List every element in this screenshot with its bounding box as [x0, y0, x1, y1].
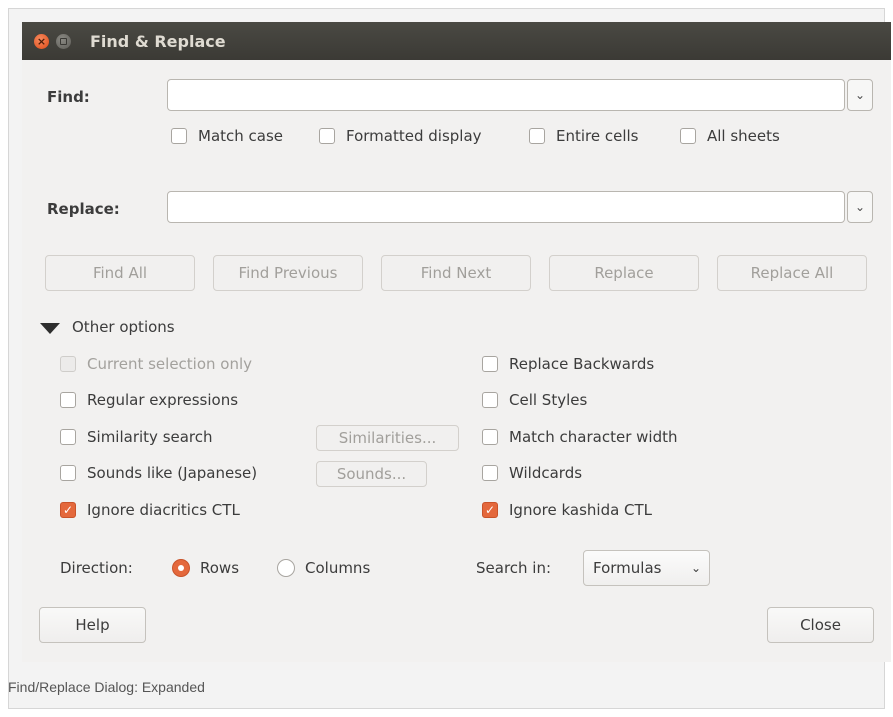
search-in-value: Formulas	[593, 559, 662, 577]
direction-label: Direction:	[60, 559, 133, 577]
similarities-button[interactable]: Similarities...	[316, 425, 459, 451]
sounds-like-label: Sounds like (Japanese)	[87, 464, 258, 482]
replace-backwards-label: Replace Backwards	[509, 355, 655, 373]
radio-button[interactable]	[172, 559, 190, 577]
checkbox-box[interactable]	[482, 465, 498, 481]
columns-radio[interactable]: Columns	[277, 559, 370, 577]
cell-styles-label: Cell Styles	[509, 391, 588, 409]
formatted-display-checkbox[interactable]: Formatted display	[319, 127, 482, 145]
checkbox-box[interactable]: ✓	[60, 502, 76, 518]
find-label: Find:	[47, 88, 90, 106]
checkbox-box[interactable]	[60, 429, 76, 445]
cell-styles-checkbox[interactable]: Cell Styles	[482, 391, 587, 409]
entire-cells-label: Entire cells	[556, 127, 639, 145]
current-selection-only-checkbox[interactable]: Current selection only	[60, 355, 252, 373]
close-window-icon[interactable]: ×	[34, 34, 49, 49]
similarity-search-checkbox[interactable]: Similarity search	[60, 428, 213, 446]
wildcards-checkbox[interactable]: Wildcards	[482, 464, 582, 482]
checkbox-box[interactable]	[60, 356, 76, 372]
ignore-diacritics-label: Ignore diacritics CTL	[87, 501, 240, 519]
ignore-kashida-label: Ignore kashida CTL	[509, 501, 653, 519]
other-options-label: Other options	[72, 318, 175, 336]
match-character-width-label: Match character width	[509, 428, 678, 446]
similarity-search-label: Similarity search	[87, 428, 213, 446]
checkbox-box[interactable]	[60, 392, 76, 408]
checkbox-box[interactable]	[482, 356, 498, 372]
ignore-diacritics-checkbox[interactable]: ✓ Ignore diacritics CTL	[60, 501, 240, 519]
match-case-label: Match case	[198, 127, 284, 145]
formatted-display-label: Formatted display	[346, 127, 482, 145]
wildcards-label: Wildcards	[509, 464, 583, 482]
minimize-window-icon[interactable]	[56, 34, 71, 49]
chevron-down-icon: ⌄	[854, 88, 866, 102]
replace-input[interactable]	[167, 191, 845, 223]
ignore-kashida-checkbox[interactable]: ✓ Ignore kashida CTL	[482, 501, 652, 519]
find-previous-button[interactable]: Find Previous	[213, 255, 363, 291]
entire-cells-checkbox[interactable]: Entire cells	[529, 127, 639, 145]
radio-button[interactable]	[277, 559, 295, 577]
sounds-button[interactable]: Sounds...	[316, 461, 427, 487]
figure-caption: Find/Replace Dialog: Expanded	[8, 679, 205, 695]
find-history-dropdown[interactable]: ⌄	[847, 79, 873, 111]
replace-backwards-checkbox[interactable]: Replace Backwards	[482, 355, 654, 373]
checkbox-box[interactable]	[529, 128, 545, 144]
chevron-down-icon: ⌄	[854, 200, 866, 214]
match-case-checkbox[interactable]: Match case	[171, 127, 283, 145]
checkbox-box[interactable]: ✓	[482, 502, 498, 518]
other-options-expander[interactable]: Other options	[40, 318, 210, 340]
all-sheets-checkbox[interactable]: All sheets	[680, 127, 780, 145]
help-button[interactable]: Help	[39, 607, 146, 643]
find-input[interactable]	[167, 79, 845, 111]
find-next-button[interactable]: Find Next	[381, 255, 531, 291]
replace-all-button[interactable]: Replace All	[717, 255, 867, 291]
expander-triangle-icon	[40, 323, 60, 334]
checkbox-box[interactable]	[319, 128, 335, 144]
checkbox-box[interactable]	[482, 429, 498, 445]
search-in-label: Search in:	[476, 559, 552, 577]
replace-label: Replace:	[47, 200, 120, 218]
rows-label: Rows	[200, 559, 240, 577]
regular-expressions-label: Regular expressions	[87, 391, 239, 409]
checkbox-box[interactable]	[60, 465, 76, 481]
chevron-down-icon: ⌄	[690, 561, 701, 575]
regular-expressions-checkbox[interactable]: Regular expressions	[60, 391, 238, 409]
rows-radio[interactable]: Rows	[172, 559, 239, 577]
find-all-button[interactable]: Find All	[45, 255, 195, 291]
window-title: Find & Replace	[90, 32, 226, 51]
search-in-select[interactable]: Formulas ⌄	[583, 550, 710, 586]
checkbox-box[interactable]	[171, 128, 187, 144]
match-character-width-checkbox[interactable]: Match character width	[482, 428, 677, 446]
find-replace-dialog: × Find & Replace Find: ⌄ Match case Form…	[22, 22, 891, 662]
sounds-like-checkbox[interactable]: Sounds like (Japanese)	[60, 464, 257, 482]
current-selection-only-label: Current selection only	[87, 355, 253, 373]
checkbox-box[interactable]	[482, 392, 498, 408]
columns-label: Columns	[305, 559, 371, 577]
replace-button[interactable]: Replace	[549, 255, 699, 291]
close-button[interactable]: Close	[767, 607, 874, 643]
replace-history-dropdown[interactable]: ⌄	[847, 191, 873, 223]
title-bar[interactable]: × Find & Replace	[22, 22, 891, 60]
checkbox-box[interactable]	[680, 128, 696, 144]
all-sheets-label: All sheets	[707, 127, 780, 145]
